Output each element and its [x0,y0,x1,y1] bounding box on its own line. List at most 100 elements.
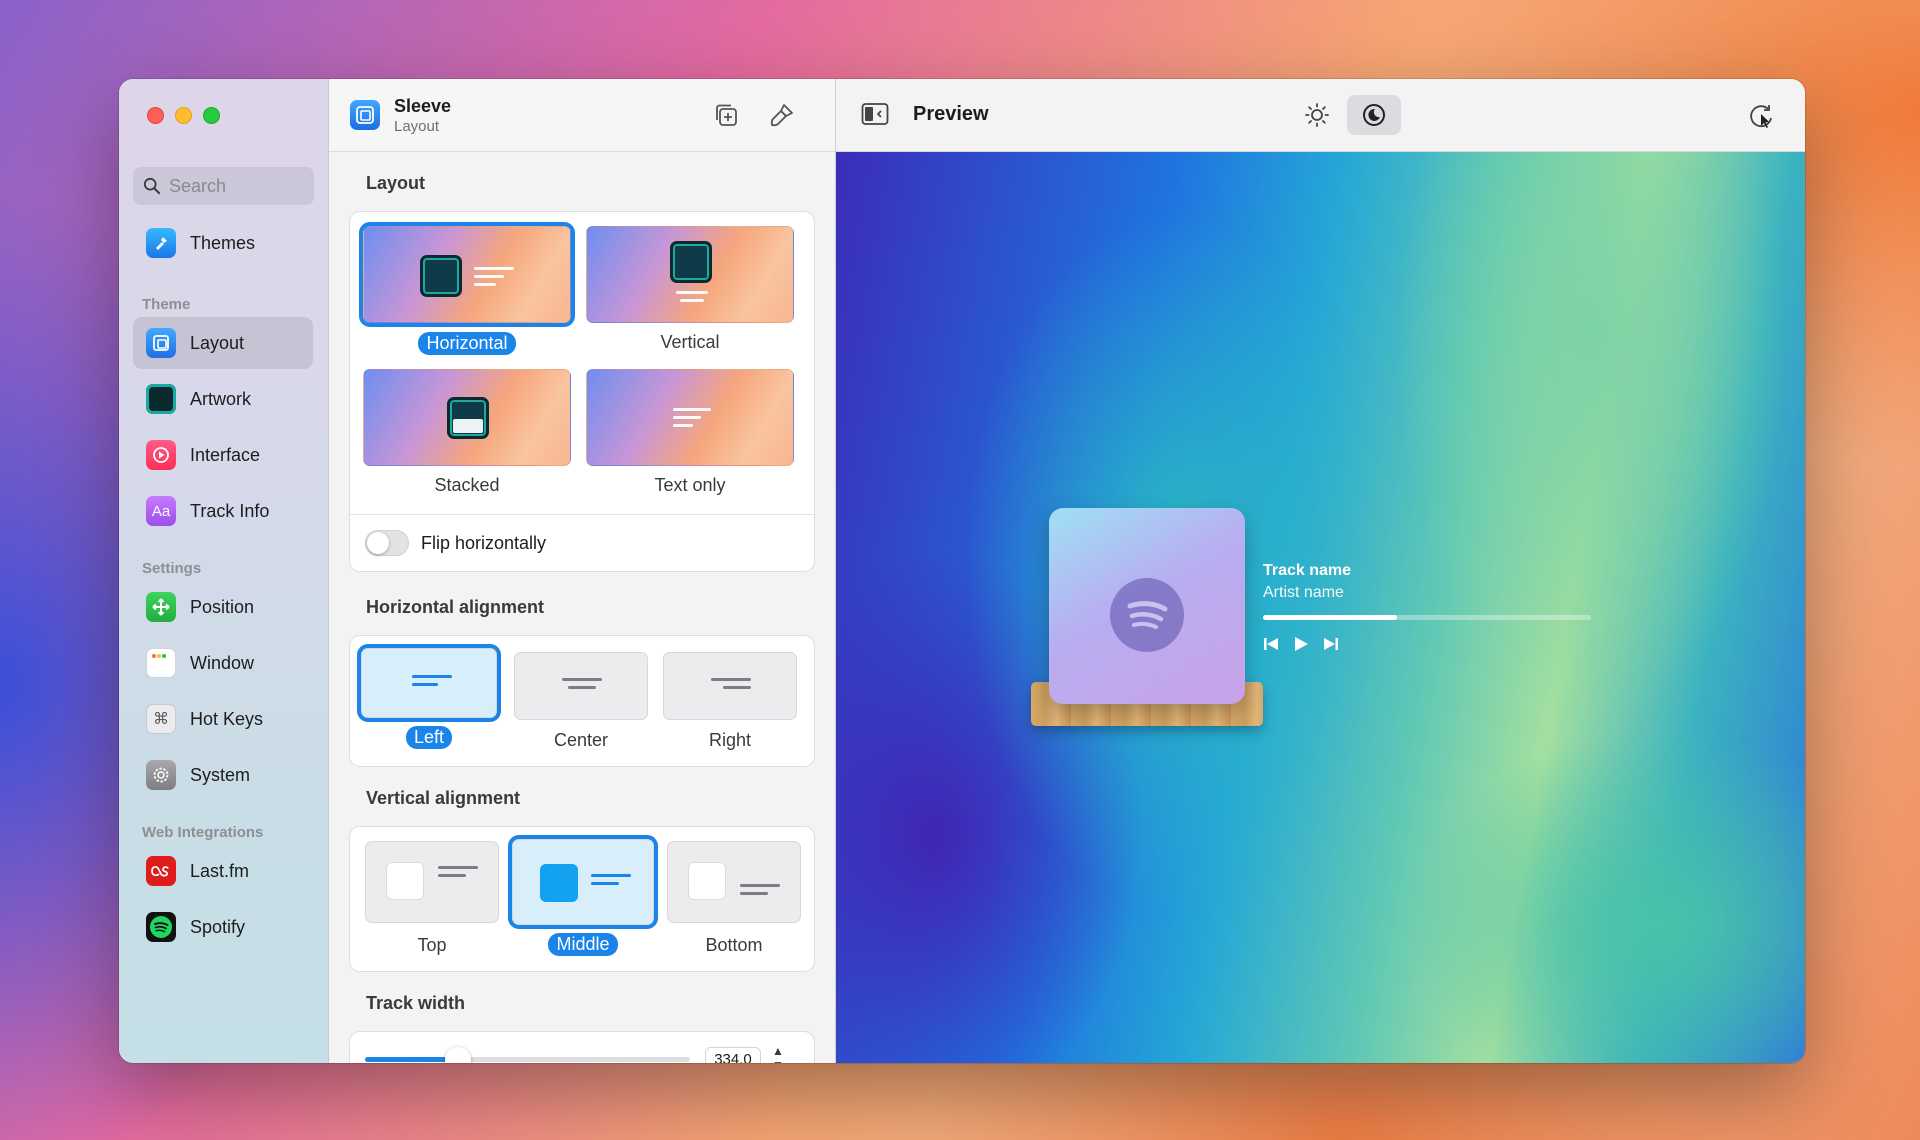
valign-option-middle[interactable] [508,835,658,929]
app-icon [350,100,380,130]
preview-canvas: Track name Artist name [836,152,1805,1063]
layout-option-vertical[interactable] [586,226,794,323]
sidebar-item-themes[interactable]: Themes [133,217,313,269]
artwork-icon [146,384,176,414]
vertical-alignment-title: Vertical alignment [366,788,521,808]
next-track-icon[interactable] [1323,636,1339,652]
position-icon [146,592,176,622]
artist-name: Artist name [1263,584,1344,601]
artwork-thumbnail [447,397,489,439]
halign-option-center[interactable] [514,652,648,720]
horizontal-alignment-card: Left Center Right [349,635,815,767]
themes-icon [146,228,176,258]
flip-horizontally-toggle[interactable] [365,530,409,556]
track-width-field[interactable]: 334.0 [705,1047,761,1063]
moon-icon [1363,104,1385,126]
duplicate-theme-button[interactable] [710,99,742,131]
align-left-icon [412,675,452,691]
halign-option-label: Center [553,730,609,750]
album-artwork [1049,508,1245,704]
text-lines-icon [673,408,713,432]
valign-option-label: Bottom [705,935,763,955]
progress-fill [1263,615,1398,620]
refresh-preview-button[interactable] [1747,101,1777,136]
preview-title: Preview [913,103,989,125]
layout-option-horizontal[interactable] [359,222,575,327]
layout-option-stacked[interactable] [363,369,571,466]
divider [350,514,814,515]
flip-horizontally-label: Flip horizontally [421,532,547,553]
sidebar-item-position[interactable]: Position [133,581,313,633]
layout-option-label: Horizontal [363,332,571,355]
layout-option-label: Stacked [434,475,500,495]
halign-option-left[interactable] [357,644,501,722]
search-input[interactable]: Search [133,167,314,205]
halign-option-label: Right [708,730,752,750]
align-right-icon [711,678,751,694]
text-lines-icon [474,267,514,291]
slider-knob[interactable] [445,1047,471,1063]
valign-option-top[interactable] [365,841,499,923]
text-lines-icon [676,291,708,307]
previous-track-icon[interactable] [1263,636,1279,652]
sidebar-item-layout[interactable]: Layout [133,317,313,369]
close-button[interactable] [147,107,164,124]
sidebar-item-label: System [190,764,251,785]
track-name: Track name [1263,562,1352,579]
sidebar-list: Themes Theme Layout Artwork Interface Aa… [133,217,313,957]
valign-option-label: Top [417,935,447,955]
halign-option-right[interactable] [663,652,797,720]
search-placeholder: Search [169,175,227,196]
zoom-button[interactable] [203,107,220,124]
settings-header: Sleeve Layout [329,79,835,152]
playback-controls [1263,636,1339,652]
playback-progress[interactable] [1263,615,1591,620]
minimize-button[interactable] [175,107,192,124]
sidebar-item-label: Artwork [190,388,252,409]
system-icon [146,760,176,790]
sidebar-item-window[interactable]: Window [133,637,313,689]
sidebar-item-system[interactable]: System [133,749,313,801]
sidebar-item-lastfm[interactable]: Last.fm [133,845,313,897]
track-width-card: 334.0 ▲▼ [349,1031,815,1063]
track-width-slider[interactable] [365,1047,690,1063]
section-header-settings: Settings [142,560,202,577]
settings-panel: Sleeve Layout Layout Horizontal Vertical… [329,79,836,1063]
sidebar-item-spotify[interactable]: Spotify [133,901,313,953]
slider-fill [365,1057,455,1062]
window-icon [146,648,176,678]
layout-card: Horizontal Vertical Stacked Text only Fl… [349,211,815,572]
artwork-placeholder [540,864,578,902]
sidebar-item-label: Spotify [190,916,246,937]
lastfm-icon [146,856,176,886]
app-window: Search Themes Theme Layout Artwork Inter… [119,79,1805,1063]
dark-mode-button[interactable] [1347,95,1401,135]
text-lines-icon [438,866,478,882]
sidebar-item-label: Last.fm [190,860,250,881]
sidebar-item-interface[interactable]: Interface [133,429,313,481]
interface-icon [146,440,176,470]
sidebar-item-label: Themes [190,232,256,253]
layout-option-text-only[interactable] [586,369,794,466]
section-header-web-integrations: Web Integrations [142,824,264,841]
sidebar-toggle-icon [861,103,889,125]
toggle-sidebar-button[interactable] [861,102,889,131]
sidebar-item-track-info[interactable]: Aa Track Info [133,485,313,537]
vertical-alignment-card: Top Middle Bottom [349,826,815,972]
play-icon[interactable] [1293,636,1309,652]
duplicate-icon [716,104,737,126]
valign-option-bottom[interactable] [667,841,801,923]
sidebar-item-label: Interface [190,444,261,465]
halign-option-label: Left [361,726,497,749]
sidebar-item-artwork[interactable]: Artwork [133,373,313,425]
horizontal-alignment-title: Horizontal alignment [366,597,545,617]
section-header-theme: Theme [142,296,191,313]
track-width-stepper[interactable]: ▲▼ [770,1044,786,1063]
customize-button[interactable] [766,99,798,131]
sidebar-item-label: Hot Keys [190,708,264,729]
sidebar-item-hot-keys[interactable]: ⌘ Hot Keys [133,693,313,745]
spotify-icon [146,912,176,942]
layout-section-title: Layout [366,173,426,193]
light-mode-button[interactable] [1299,97,1335,133]
track-info: Track name Artist name [1263,562,1351,602]
